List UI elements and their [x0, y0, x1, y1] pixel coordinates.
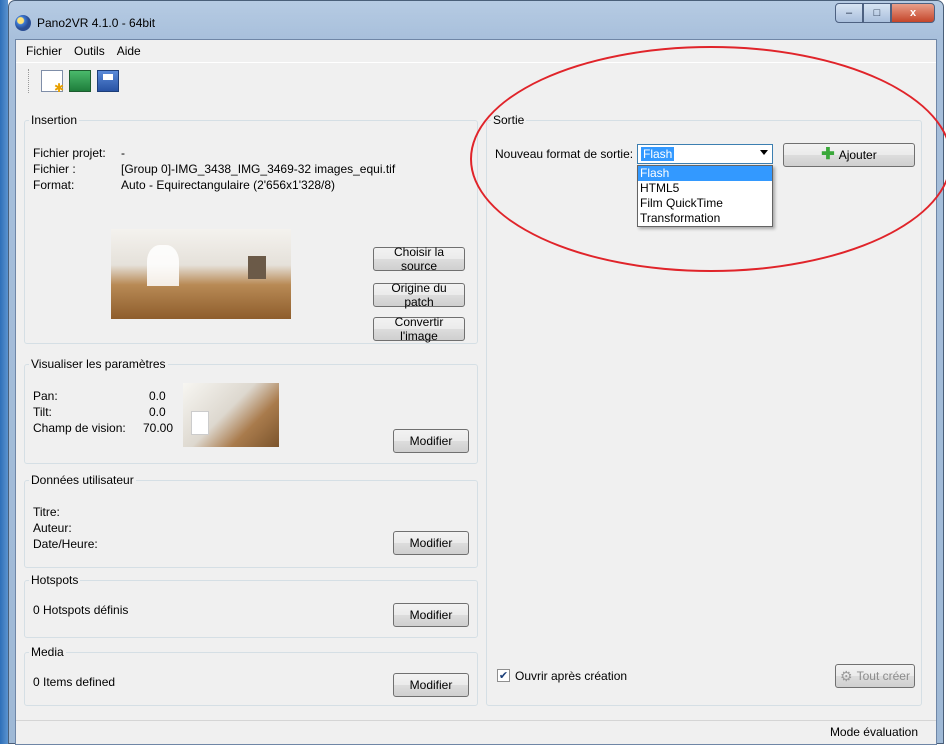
format-value: Auto - Equirectangulaire (2'656x1'328/8)	[121, 178, 336, 192]
patch-origin-button[interactable]: Origine du patch	[373, 281, 465, 309]
fov-value: 70.00	[143, 421, 174, 435]
tilt-value: 0.0	[149, 405, 166, 419]
choose-source-button[interactable]: Choisir la source	[373, 245, 465, 273]
date-label: Date/Heure:	[33, 537, 98, 551]
window-title: Pano2VR 4.1.0 - 64bit	[37, 16, 156, 30]
gears-icon: ⚙	[840, 667, 853, 684]
author-label: Auteur:	[33, 521, 72, 535]
new-project-icon[interactable]	[41, 69, 64, 95]
insertion-group: Insertion Fichier projet: - Fichier : [G…	[24, 113, 478, 344]
pano2vr-app-icon	[15, 15, 31, 31]
file-label: Fichier :	[33, 162, 76, 176]
media-title: Media	[29, 645, 66, 659]
highlight-ellipse	[470, 46, 946, 272]
hotspots-title: Hotspots	[29, 573, 81, 587]
view-modify-button[interactable]: Modifier	[393, 429, 469, 453]
pan-label: Pan:	[33, 389, 58, 403]
panorama-preview	[111, 229, 291, 319]
menu-aide[interactable]: Aide	[111, 44, 147, 58]
open-after-checkbox[interactable]: ✔	[497, 669, 510, 682]
menu-fichier[interactable]: Fichier	[20, 44, 68, 58]
maximize-button[interactable]: □	[863, 3, 891, 23]
user-data-title: Données utilisateur	[29, 473, 136, 487]
insertion-title: Insertion	[29, 113, 80, 127]
project-value: -	[121, 146, 125, 160]
desktop-edge	[0, 0, 8, 744]
pan-value: 0.0	[149, 389, 166, 403]
close-button[interactable]: x	[891, 3, 935, 23]
minimize-button[interactable]: –	[835, 3, 863, 23]
project-label: Fichier projet:	[33, 146, 106, 160]
save-project-icon[interactable]	[97, 69, 119, 92]
media-modify-button[interactable]: Modifier	[393, 673, 469, 697]
hotspots-group: Hotspots 0 Hotspots définis Modifier	[24, 573, 478, 638]
user-data-group: Données utilisateur Titre: Auteur: Date/…	[24, 473, 478, 568]
hotspots-modify-button[interactable]: Modifier	[393, 603, 469, 627]
toolbar-grip[interactable]	[28, 68, 31, 93]
view-params-group: Visualiser les paramètres Pan: 0.0 Tilt:…	[24, 357, 478, 464]
user-data-modify-button[interactable]: Modifier	[393, 531, 469, 555]
open-after-label[interactable]: Ouvrir après création	[515, 669, 627, 683]
open-project-icon[interactable]	[69, 69, 91, 92]
create-all-button[interactable]: ⚙ Tout créer	[835, 664, 915, 688]
hotspots-count: 0 Hotspots définis	[33, 603, 129, 617]
fov-label: Champ de vision:	[33, 421, 126, 435]
file-value: [Group 0]-IMG_3438_IMG_3469-32 images_eq…	[121, 162, 396, 176]
status-bar: Mode évaluation	[16, 720, 936, 744]
format-label: Format:	[33, 178, 75, 192]
view-preview	[183, 383, 279, 447]
media-group: Media 0 Items defined Modifier	[24, 645, 478, 706]
media-count: 0 Items defined	[33, 675, 116, 689]
tilt-label: Tilt:	[33, 405, 52, 419]
window-controls: – □ x	[835, 3, 935, 23]
convert-image-button[interactable]: Convertir l'image	[373, 315, 465, 343]
create-all-label: Tout créer	[856, 669, 910, 683]
view-params-title: Visualiser les paramètres	[29, 357, 168, 371]
status-mode: Mode évaluation	[829, 725, 918, 739]
menu-outils[interactable]: Outils	[68, 44, 111, 58]
title-bar[interactable]: Pano2VR 4.1.0 - 64bit – □ x	[9, 1, 943, 39]
user-title-label: Titre:	[33, 505, 60, 519]
